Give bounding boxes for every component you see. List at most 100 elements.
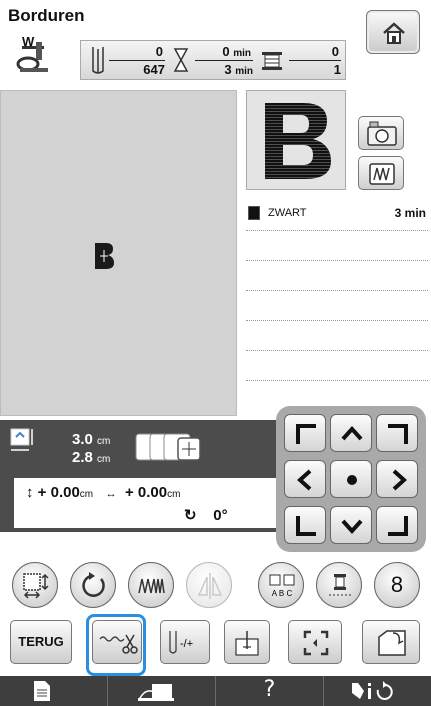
rotation-step-label: 8 — [390, 572, 404, 597]
help-button[interactable]: ? — [216, 676, 324, 706]
spool-dotted-icon — [329, 574, 351, 596]
rotate-button[interactable] — [70, 562, 116, 608]
color-done: 0 — [289, 44, 341, 61]
camera-icon — [367, 121, 397, 146]
list-divider — [246, 230, 428, 231]
hourglass-icon — [173, 48, 189, 72]
stitch-preview-icon — [369, 163, 395, 185]
chevron-up-icon — [341, 426, 363, 441]
horizontal-arrow-icon: ↔ — [105, 488, 117, 500]
rotate-icon — [82, 572, 105, 597]
thread-spool-icon — [262, 52, 282, 70]
color-counter: 0 1 — [289, 44, 341, 77]
pattern-thumbnail — [246, 90, 346, 190]
manual-button[interactable] — [0, 676, 108, 706]
list-divider — [246, 260, 428, 261]
arrow-down-left-button[interactable] — [284, 506, 326, 544]
corner-down-left-icon — [296, 516, 316, 536]
thread-color-button[interactable]: A B C — [258, 562, 304, 608]
rotation-step-button[interactable]: 8 — [374, 562, 420, 608]
home-button[interactable] — [366, 10, 420, 54]
corner-down-right-icon — [388, 516, 408, 536]
layout-pattern-icon — [135, 433, 201, 461]
center-button[interactable] — [330, 460, 372, 498]
corner-up-right-icon — [388, 424, 408, 444]
position-info: ↕ + 0.00cm ↔ + 0.00cm ↻ 0° — [14, 478, 282, 528]
size-button[interactable] — [12, 562, 58, 608]
time-total: 3 — [224, 62, 232, 77]
mirror-icon — [197, 573, 223, 599]
presser-foot-letter: W — [22, 34, 35, 49]
time-done: 0 — [222, 44, 230, 59]
time-done-unit: min — [233, 48, 251, 59]
presser-foot-icon: W — [14, 34, 54, 76]
arrow-up-left-button[interactable] — [284, 414, 326, 452]
settings-button[interactable] — [324, 676, 431, 706]
embroidery-preview-area[interactable] — [0, 90, 237, 416]
help-label: ? — [263, 677, 276, 702]
tension-icon: -/+ — [169, 631, 193, 654]
list-divider — [246, 320, 428, 321]
chevron-right-icon — [392, 469, 407, 491]
time-counter: 0 min 3 min — [195, 44, 253, 77]
arrow-down-button[interactable] — [330, 506, 372, 544]
pattern-width: 3.0 — [72, 431, 93, 448]
stitches-done: 0 — [109, 44, 165, 61]
time-total-unit: min — [235, 66, 253, 77]
thread-list-item: ZWART 3 min — [246, 204, 428, 224]
stitches-total: 647 — [143, 62, 165, 77]
home-icon — [383, 22, 405, 44]
status-bar: ? — [0, 676, 431, 706]
frame-info-button[interactable] — [108, 676, 216, 706]
embroidery-unit-icon — [138, 684, 174, 701]
needle-position-icon — [235, 631, 259, 656]
back-button[interactable]: TERUG — [10, 620, 72, 664]
arrow-left-button[interactable] — [284, 460, 326, 498]
arrow-up-right-button[interactable] — [376, 414, 418, 452]
arrow-pad — [276, 406, 426, 552]
resize-icon — [23, 573, 49, 599]
thread-color-swatch — [248, 206, 260, 220]
embroidery-frame-button[interactable] — [362, 620, 420, 664]
vertical-shift: + 0.00 — [37, 484, 80, 501]
design-b-thumbnail — [95, 243, 114, 269]
vertical-arrow-icon: ↕ — [26, 484, 34, 501]
density-button[interactable] — [128, 562, 174, 608]
color-total: 1 — [333, 62, 341, 77]
stitch-preview-button[interactable] — [358, 156, 404, 190]
svg-text:-/+: -/+ — [180, 638, 193, 650]
pattern-b-image — [265, 103, 331, 179]
frame-trace-icon — [303, 630, 329, 656]
thread-abc-icon: A B C — [269, 574, 295, 598]
stitch-time-info-bar: 0 647 0 min 3 min 0 1 — [80, 40, 346, 80]
horizontal-shift: + 0.00 — [125, 484, 168, 501]
arrow-right-button[interactable] — [376, 460, 418, 498]
pattern-info-panel: 3.0 cm 2.8 cm ↕ + 0.00cm ↔ + 0.00cm ↻ 0° — [0, 420, 282, 532]
thread-color-name: ZWART — [268, 207, 307, 219]
selected-highlight — [86, 614, 146, 676]
list-divider — [246, 380, 428, 381]
list-divider — [246, 350, 428, 351]
thread-color-time: 3 min — [394, 206, 426, 220]
corner-up-left-icon — [296, 424, 316, 444]
size-icon — [10, 428, 33, 451]
mirror-button[interactable] — [186, 562, 232, 608]
single-color-button[interactable] — [316, 562, 362, 608]
arrow-down-right-button[interactable] — [376, 506, 418, 544]
settings-icon — [352, 681, 393, 700]
rotation-value: 0° — [213, 507, 228, 524]
density-icon — [138, 578, 165, 594]
tension-button[interactable]: -/+ — [160, 620, 210, 664]
camera-view-button[interactable] — [358, 116, 404, 150]
pattern-height: 2.8 — [72, 449, 93, 466]
center-dot-icon — [347, 475, 357, 485]
pattern-size: 3.0 cm 2.8 cm — [72, 431, 111, 466]
trial-button[interactable] — [288, 620, 342, 664]
svg-text:A B C: A B C — [272, 589, 293, 598]
chevron-down-icon — [341, 519, 363, 534]
chevron-left-icon — [297, 469, 312, 491]
start-point-button[interactable] — [224, 620, 270, 664]
fabric-frame-icon — [378, 630, 406, 656]
document-icon — [34, 681, 50, 701]
arrow-up-button[interactable] — [330, 414, 372, 452]
